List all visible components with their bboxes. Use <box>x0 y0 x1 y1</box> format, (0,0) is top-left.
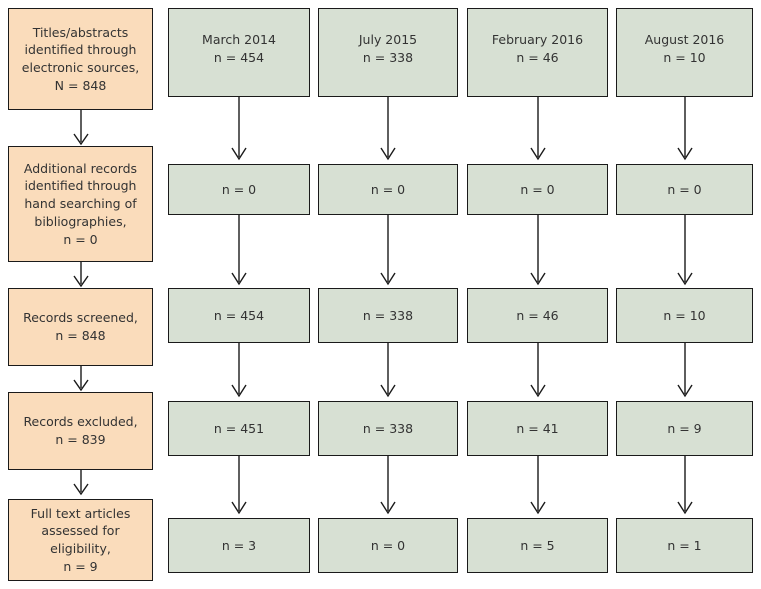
cell-text: n = 0 <box>221 181 257 197</box>
arrow-july-2015-r2-r3 <box>380 215 396 286</box>
arrow-july-2015-r4-r5 <box>380 456 396 515</box>
date-cell-march-2014-row2: n = 0 <box>168 164 310 215</box>
date-cell-august-2016-row3: n = 10 <box>616 288 753 343</box>
stage-text: Full text articles assessed for eligibil… <box>30 505 131 574</box>
arrow-august-2016-r2-r3 <box>677 215 693 286</box>
date-cell-march-2014-row4: n = 451 <box>168 401 310 456</box>
stage-box-records-excluded: Records excluded, n = 839 <box>8 392 153 470</box>
arrow-march-2014-r1-r2 <box>231 97 247 161</box>
arrow-february-2016-r4-r5 <box>530 456 546 515</box>
cell-text: n = 338 <box>362 420 414 436</box>
cell-text: n = 5 <box>520 537 555 553</box>
cell-text: n = 338 <box>362 307 414 323</box>
date-column-header-august-2016: August 2016 n = 10 <box>616 8 753 97</box>
cell-text: n = 0 <box>667 181 702 197</box>
stage-box-titles-abstracts-identified: Titles/abstracts identified through elec… <box>8 8 153 110</box>
arrow-august-2016-r3-r4 <box>677 343 693 398</box>
arrow-august-2016-r1-r2 <box>677 97 693 161</box>
arrow-march-2014-r2-r3 <box>231 215 247 286</box>
date-cell-august-2016-row4: n = 9 <box>616 401 753 456</box>
date-cell-july-2015-row4: n = 338 <box>318 401 458 456</box>
arrow-march-2014-r3-r4 <box>231 343 247 398</box>
arrow-excluded-to-fulltext <box>73 470 89 496</box>
stage-text: Records screened, n = 848 <box>23 310 138 343</box>
arrow-march-2014-r4-r5 <box>231 456 247 515</box>
date-cell-july-2015-row5: n = 0 <box>318 518 458 573</box>
arrow-titles-to-additional <box>73 110 89 146</box>
arrow-august-2016-r4-r5 <box>677 456 693 515</box>
cell-text: n = 0 <box>520 181 555 197</box>
arrow-february-2016-r3-r4 <box>530 343 546 398</box>
arrow-july-2015-r1-r2 <box>380 97 396 161</box>
date-cell-february-2016-row3: n = 46 <box>467 288 608 343</box>
date-column-header-march-2014: March 2014 n = 454 <box>168 8 310 97</box>
date-cell-february-2016-row5: n = 5 <box>467 518 608 573</box>
cell-text: n = 451 <box>213 420 265 436</box>
column-header-text: August 2016 n = 10 <box>644 32 725 65</box>
date-cell-august-2016-row2: n = 0 <box>616 164 753 215</box>
date-cell-march-2014-row3: n = 454 <box>168 288 310 343</box>
stage-box-additional-records-hand-searching: Additional records identified through ha… <box>8 146 153 262</box>
arrow-february-2016-r1-r2 <box>530 97 546 161</box>
cell-text: n = 9 <box>667 420 702 436</box>
arrow-february-2016-r2-r3 <box>530 215 546 286</box>
arrow-screened-to-excluded <box>73 366 89 392</box>
stage-text: Titles/abstracts identified through elec… <box>21 24 140 93</box>
cell-text: n = 0 <box>370 181 406 197</box>
date-column-header-july-2015: July 2015 n = 338 <box>318 8 458 97</box>
date-cell-august-2016-row5: n = 1 <box>616 518 753 573</box>
prisma-flow-diagram: Titles/abstracts identified through elec… <box>0 0 761 589</box>
arrow-additional-to-screened <box>73 262 89 288</box>
date-cell-march-2014-row5: n = 3 <box>168 518 310 573</box>
column-header-text: March 2014 n = 454 <box>202 32 276 65</box>
date-cell-february-2016-row2: n = 0 <box>467 164 608 215</box>
stage-text: Additional records identified through ha… <box>23 160 138 247</box>
cell-text: n = 10 <box>663 307 706 323</box>
cell-text: n = 41 <box>516 420 559 436</box>
date-cell-february-2016-row4: n = 41 <box>467 401 608 456</box>
column-header-text: February 2016 n = 46 <box>491 32 584 65</box>
cell-text: n = 1 <box>667 537 702 553</box>
cell-text: n = 454 <box>213 307 265 323</box>
arrow-july-2015-r3-r4 <box>380 343 396 398</box>
cell-text: n = 46 <box>516 307 559 323</box>
column-header-text: July 2015 n = 338 <box>358 32 418 65</box>
cell-text: n = 3 <box>221 537 257 553</box>
stage-box-records-screened: Records screened, n = 848 <box>8 288 153 366</box>
stage-text: Records excluded, n = 839 <box>23 414 138 447</box>
date-cell-july-2015-row2: n = 0 <box>318 164 458 215</box>
cell-text: n = 0 <box>370 537 406 553</box>
date-column-header-february-2016: February 2016 n = 46 <box>467 8 608 97</box>
stage-box-full-text-assessed: Full text articles assessed for eligibil… <box>8 499 153 581</box>
date-cell-july-2015-row3: n = 338 <box>318 288 458 343</box>
